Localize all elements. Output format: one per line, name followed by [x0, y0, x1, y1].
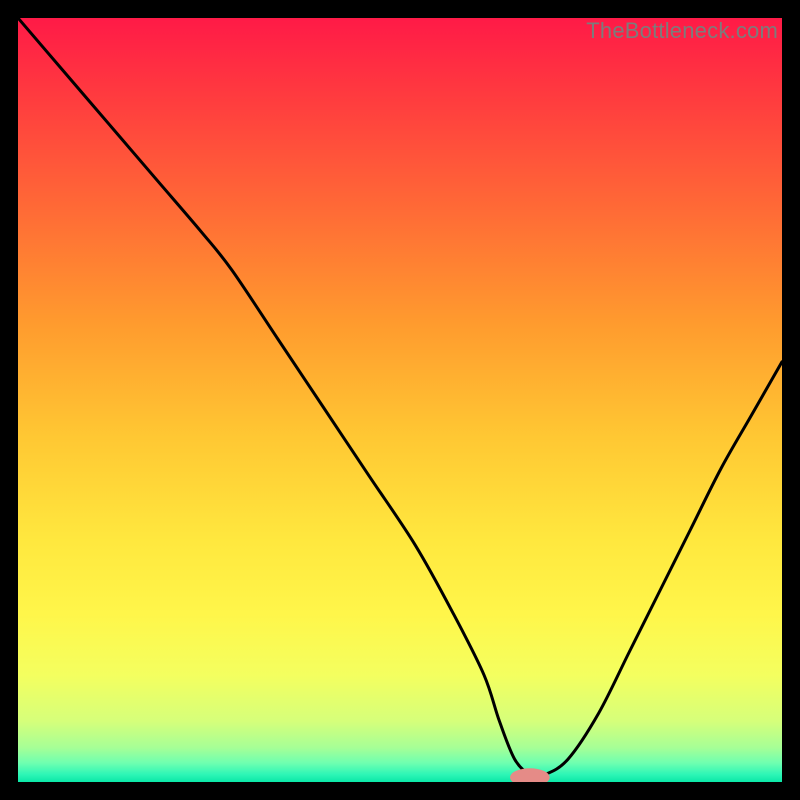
bottleneck-chart: [18, 18, 782, 782]
watermark-text: TheBottleneck.com: [586, 18, 778, 44]
chart-frame: TheBottleneck.com: [18, 18, 782, 782]
gradient-background: [18, 18, 782, 782]
